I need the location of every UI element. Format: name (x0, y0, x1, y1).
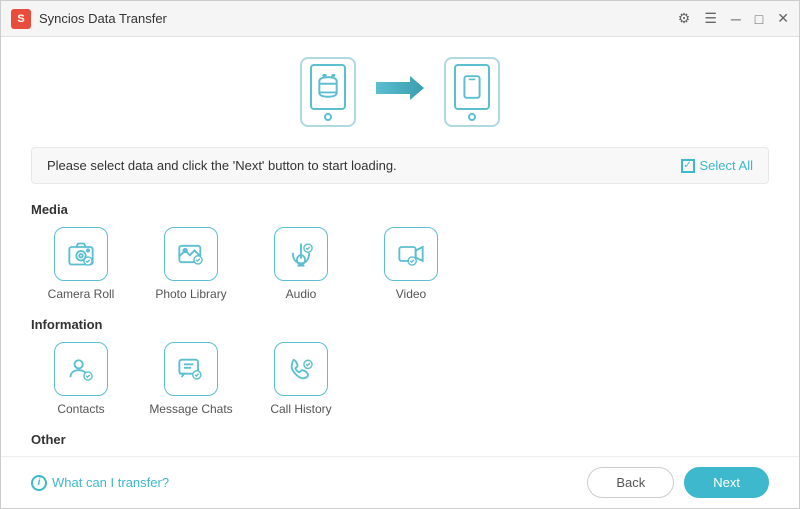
ios-home-button (468, 113, 476, 121)
photo-library-icon (164, 227, 218, 281)
section-information-label: Information (31, 317, 769, 332)
ios-screen (454, 64, 490, 110)
minimize-button[interactable]: ─ (731, 11, 741, 27)
video-icon (384, 227, 438, 281)
close-button[interactable]: ✕ (777, 10, 789, 27)
menu-icon[interactable]: ☰ (704, 10, 717, 27)
item-message-chats[interactable]: Message Chats (141, 342, 241, 416)
camera-roll-label: Camera Roll (48, 287, 115, 301)
transfer-header (31, 57, 769, 127)
select-all-checkbox[interactable]: ✓ (681, 159, 695, 173)
source-device-android (300, 57, 356, 127)
video-label: Video (396, 287, 426, 301)
item-photo-library[interactable]: Photo Library (141, 227, 241, 301)
help-link-text: What can I transfer? (52, 475, 169, 490)
photo-library-label: Photo Library (155, 287, 226, 301)
instruction-bar: Please select data and click the 'Next' … (31, 147, 769, 184)
information-items-grid: Contacts Message C (31, 342, 769, 416)
titlebar: S Syncios Data Transfer ⚙ ☰ ─ □ ✕ (1, 1, 799, 37)
camera-roll-icon (54, 227, 108, 281)
help-link[interactable]: i What can I transfer? (31, 475, 169, 491)
back-button[interactable]: Back (587, 467, 674, 498)
call-history-icon (274, 342, 328, 396)
transfer-arrow (376, 72, 424, 112)
target-device-ios (444, 57, 500, 127)
section-media-label: Media (31, 202, 769, 217)
main-content: Please select data and click the 'Next' … (1, 37, 799, 456)
titlebar-left: S Syncios Data Transfer (11, 9, 167, 29)
app-logo: S (11, 9, 31, 29)
audio-icon (274, 227, 328, 281)
footer-buttons: Back Next (587, 467, 769, 498)
call-history-label: Call History (270, 402, 331, 416)
media-items-grid: Camera Roll Photo Library (31, 227, 769, 301)
android-screen (310, 64, 346, 110)
window-controls: ⚙ ☰ ─ □ ✕ (678, 10, 789, 27)
item-audio[interactable]: Audio (251, 227, 351, 301)
section-other-label: Other (31, 432, 769, 447)
contacts-label: Contacts (57, 402, 104, 416)
select-all-control[interactable]: ✓ Select All (681, 158, 753, 173)
next-button[interactable]: Next (684, 467, 769, 498)
item-video[interactable]: Video (361, 227, 461, 301)
select-all-label: Select All (700, 158, 753, 173)
help-icon: i (31, 475, 47, 491)
footer: i What can I transfer? Back Next (1, 456, 799, 508)
item-camera-roll[interactable]: Camera Roll (31, 227, 131, 301)
settings-icon[interactable]: ⚙ (678, 10, 691, 27)
audio-label: Audio (286, 287, 317, 301)
message-chats-icon (164, 342, 218, 396)
app-title: Syncios Data Transfer (39, 11, 167, 26)
contacts-icon (54, 342, 108, 396)
item-call-history[interactable]: Call History (251, 342, 351, 416)
message-chats-label: Message Chats (149, 402, 232, 416)
main-window: S Syncios Data Transfer ⚙ ☰ ─ □ ✕ (0, 0, 800, 509)
maximize-button[interactable]: □ (755, 11, 763, 27)
section-other: Other (31, 432, 769, 456)
android-home-button (324, 113, 332, 121)
section-media: Media (31, 202, 769, 317)
item-contacts[interactable]: Contacts (31, 342, 131, 416)
instruction-text: Please select data and click the 'Next' … (47, 158, 397, 173)
section-information: Information Contacts (31, 317, 769, 432)
